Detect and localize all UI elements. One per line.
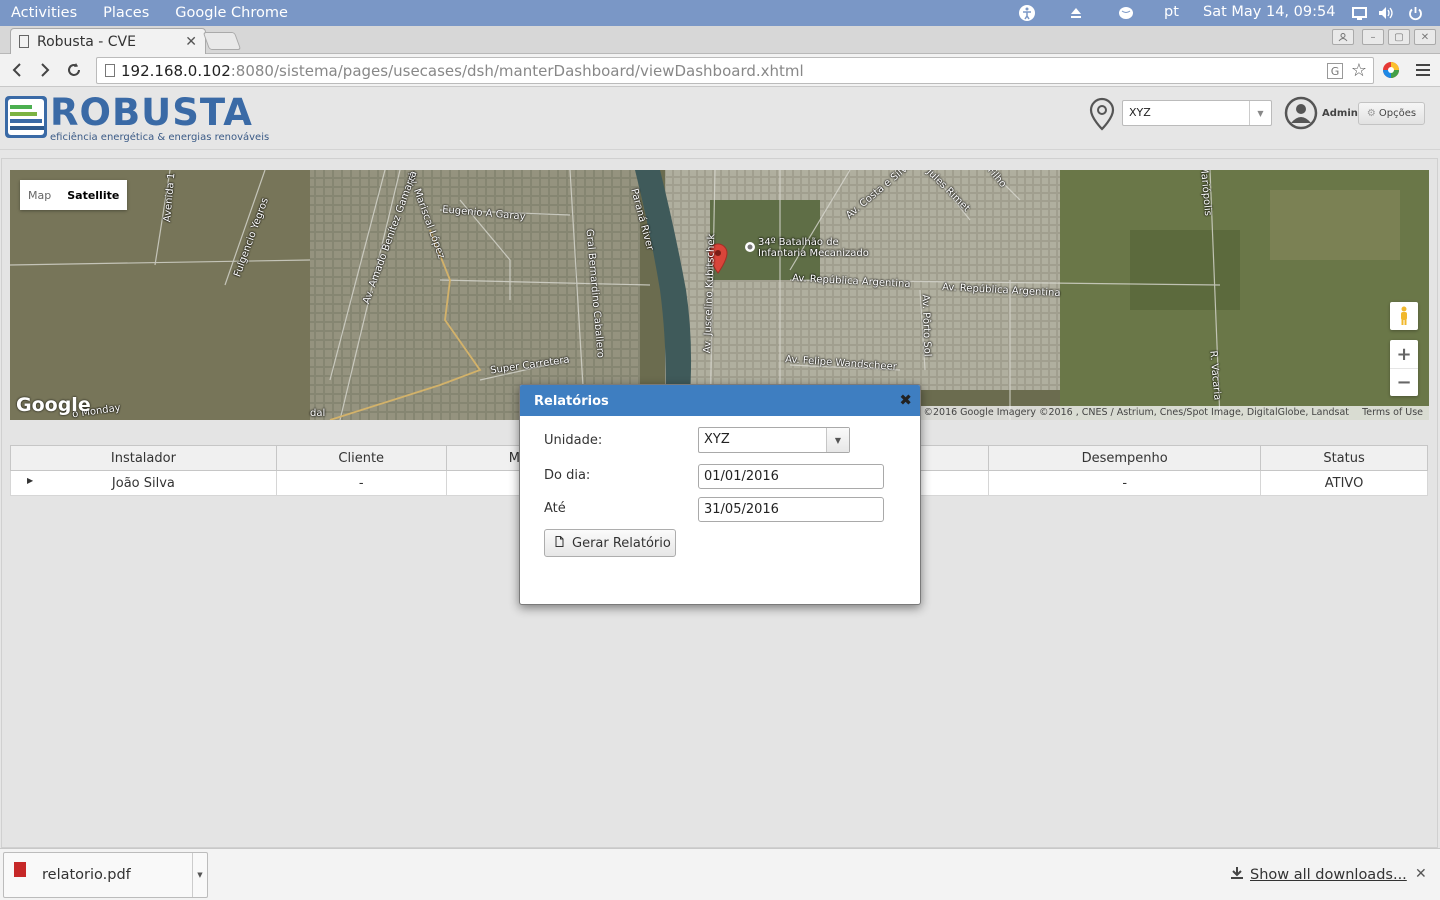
col-header-instalador[interactable]: Instalador: [10, 445, 277, 471]
map-type-map-button[interactable]: Map: [20, 180, 60, 210]
tab-title: Robusta - CVE: [37, 33, 136, 50]
gear-icon: ⚙: [1366, 108, 1376, 119]
tab-strip: Robusta - CVE ✕ – ▢ ✕: [0, 26, 1440, 54]
map-label: Av. Pôrto Sol: [919, 294, 933, 357]
pdf-file-icon: [14, 861, 26, 877]
user-avatar-icon[interactable]: [1284, 96, 1318, 134]
app-menu[interactable]: Google Chrome: [175, 5, 288, 21]
volume-icon[interactable]: [1377, 4, 1395, 22]
eject-icon[interactable]: [1067, 4, 1085, 22]
coffee-icon[interactable]: [1117, 4, 1135, 22]
back-button[interactable]: [6, 59, 28, 81]
terms-of-use-link[interactable]: Terms of Use: [1362, 407, 1423, 418]
page-info-icon[interactable]: [105, 64, 115, 77]
clock[interactable]: Sat May 14, 09:54: [1203, 4, 1335, 20]
chrome-menu-icon[interactable]: [1412, 59, 1434, 81]
from-date-input[interactable]: [698, 464, 884, 489]
map-label: 34º Batalhão de: [758, 237, 839, 248]
page-icon: [19, 35, 29, 48]
bookmark-star-icon[interactable]: ☆: [1351, 60, 1367, 81]
generate-report-label: Gerar Relatório: [572, 535, 671, 551]
chevron-down-icon[interactable]: ▼: [826, 428, 849, 452]
unit-select[interactable]: XYZ ▼: [1122, 100, 1272, 126]
map-attribution: ap data ©2016 Google Imagery ©2016 , CNE…: [878, 406, 1429, 420]
dialog-close-icon[interactable]: ✖: [899, 391, 912, 409]
minimize-icon[interactable]: –: [1362, 29, 1384, 45]
chevron-down-icon[interactable]: ▼: [1249, 101, 1271, 125]
user-name: Admin: [1322, 108, 1358, 119]
forward-button[interactable]: [34, 59, 56, 81]
map-type-satellite-button[interactable]: Satellite: [59, 180, 128, 210]
document-icon: [555, 535, 564, 551]
browser-tab[interactable]: Robusta - CVE ✕: [10, 28, 206, 54]
logo-wordmark: ROBUSTA: [50, 91, 253, 134]
download-menu-chevron-icon[interactable]: ▼: [192, 853, 207, 897]
logo-tagline: eficiência energética & energias renováv…: [50, 132, 270, 143]
dialog-unit-select[interactable]: XYZ ▼: [698, 427, 850, 453]
new-tab-button[interactable]: [202, 32, 242, 50]
row-expand-icon[interactable]: ▶: [27, 476, 33, 485]
power-icon[interactable]: [1406, 4, 1424, 22]
dialog-unit-value: XYZ: [704, 432, 730, 447]
from-date-label: Do dia:: [544, 468, 591, 483]
display-icon[interactable]: [1350, 4, 1368, 22]
dialog-title: Relatórios: [534, 394, 609, 409]
close-window-icon[interactable]: ✕: [1414, 29, 1436, 45]
shelf-close-icon[interactable]: ✕: [1415, 866, 1427, 882]
col-header-status[interactable]: Status: [1260, 445, 1428, 471]
robusta-logo[interactable]: ROBUSTA eficiência energética & energias…: [4, 91, 269, 143]
profile-icon[interactable]: [1332, 29, 1354, 45]
to-date-input[interactable]: [698, 497, 884, 522]
download-arrow-icon: [1230, 866, 1244, 884]
cell-status: ATIVO: [1260, 470, 1428, 496]
show-all-downloads-link[interactable]: Show all downloads...: [1230, 866, 1407, 884]
options-button[interactable]: ⚙ Opções: [1358, 102, 1425, 125]
accessibility-icon[interactable]: [1018, 4, 1036, 22]
reload-button[interactable]: [63, 59, 85, 81]
reports-dialog: Relatórios ✖ Unidade: XYZ ▼ Do dia: Até …: [519, 384, 921, 605]
app-header: ROBUSTA eficiência energética & energias…: [0, 87, 1440, 150]
map-view[interactable]: 34º Batalhão de Infantaria Mecanizado Av…: [10, 170, 1429, 420]
to-date-label: Até: [544, 501, 566, 516]
cell-performance: -: [988, 470, 1262, 496]
map-label: dal: [310, 408, 326, 419]
installer-name: João Silva: [111, 475, 175, 491]
show-all-downloads-label: Show all downloads...: [1250, 867, 1407, 883]
col-header-desempenho[interactable]: Desempenho: [988, 445, 1262, 471]
options-label: Opções: [1378, 108, 1417, 119]
download-item[interactable]: relatorio.pdf ▼: [3, 852, 208, 898]
activities-button[interactable]: Activities: [11, 5, 77, 21]
cell-client: -: [275, 470, 447, 496]
download-filename: relatorio.pdf: [42, 867, 131, 883]
maximize-icon[interactable]: ▢: [1388, 29, 1410, 45]
places-menu[interactable]: Places: [103, 5, 149, 21]
download-shelf: relatorio.pdf ▼ Show all downloads... ✕: [0, 848, 1440, 900]
location-pin-icon: [1089, 97, 1115, 135]
keyboard-language[interactable]: pt: [1164, 4, 1179, 20]
map-type-control: Map Satellite: [20, 180, 128, 210]
tab-close-icon[interactable]: ✕: [185, 34, 197, 50]
google-logo: Google: [16, 394, 91, 416]
translate-icon[interactable]: G: [1327, 63, 1343, 79]
cell-installer: ▶ João Silva: [10, 470, 277, 496]
url-host: 192.168.0.102: [121, 61, 231, 80]
street-view-pegman-icon[interactable]: [1390, 302, 1418, 330]
map-label: Infantaria Mecanizado: [758, 248, 869, 259]
unit-label: Unidade:: [544, 433, 603, 448]
zoom-in-button[interactable]: +: [1390, 340, 1418, 368]
map-attribution-text: ap data ©2016 Google Imagery ©2016 , CNE…: [884, 407, 1350, 418]
unit-select-value: XYZ: [1129, 106, 1151, 119]
address-bar[interactable]: 192.168.0.102:8080/sistema/pages/usecase…: [96, 57, 1374, 84]
zoom-control: + −: [1390, 340, 1418, 396]
generate-report-button[interactable]: Gerar Relatório: [544, 529, 676, 557]
url-path: :8080/sistema/pages/usecases/dsh/manterD…: [230, 61, 804, 80]
color-extension-icon[interactable]: [1380, 59, 1402, 81]
gnome-top-bar: Activities Places Google Chrome pt Sat M…: [0, 0, 1440, 26]
zoom-out-button[interactable]: −: [1390, 368, 1418, 396]
col-header-cliente[interactable]: Cliente: [275, 445, 447, 471]
dialog-titlebar[interactable]: Relatórios ✖: [520, 385, 920, 416]
browser-toolbar: 192.168.0.102:8080/sistema/pages/usecase…: [0, 54, 1440, 87]
